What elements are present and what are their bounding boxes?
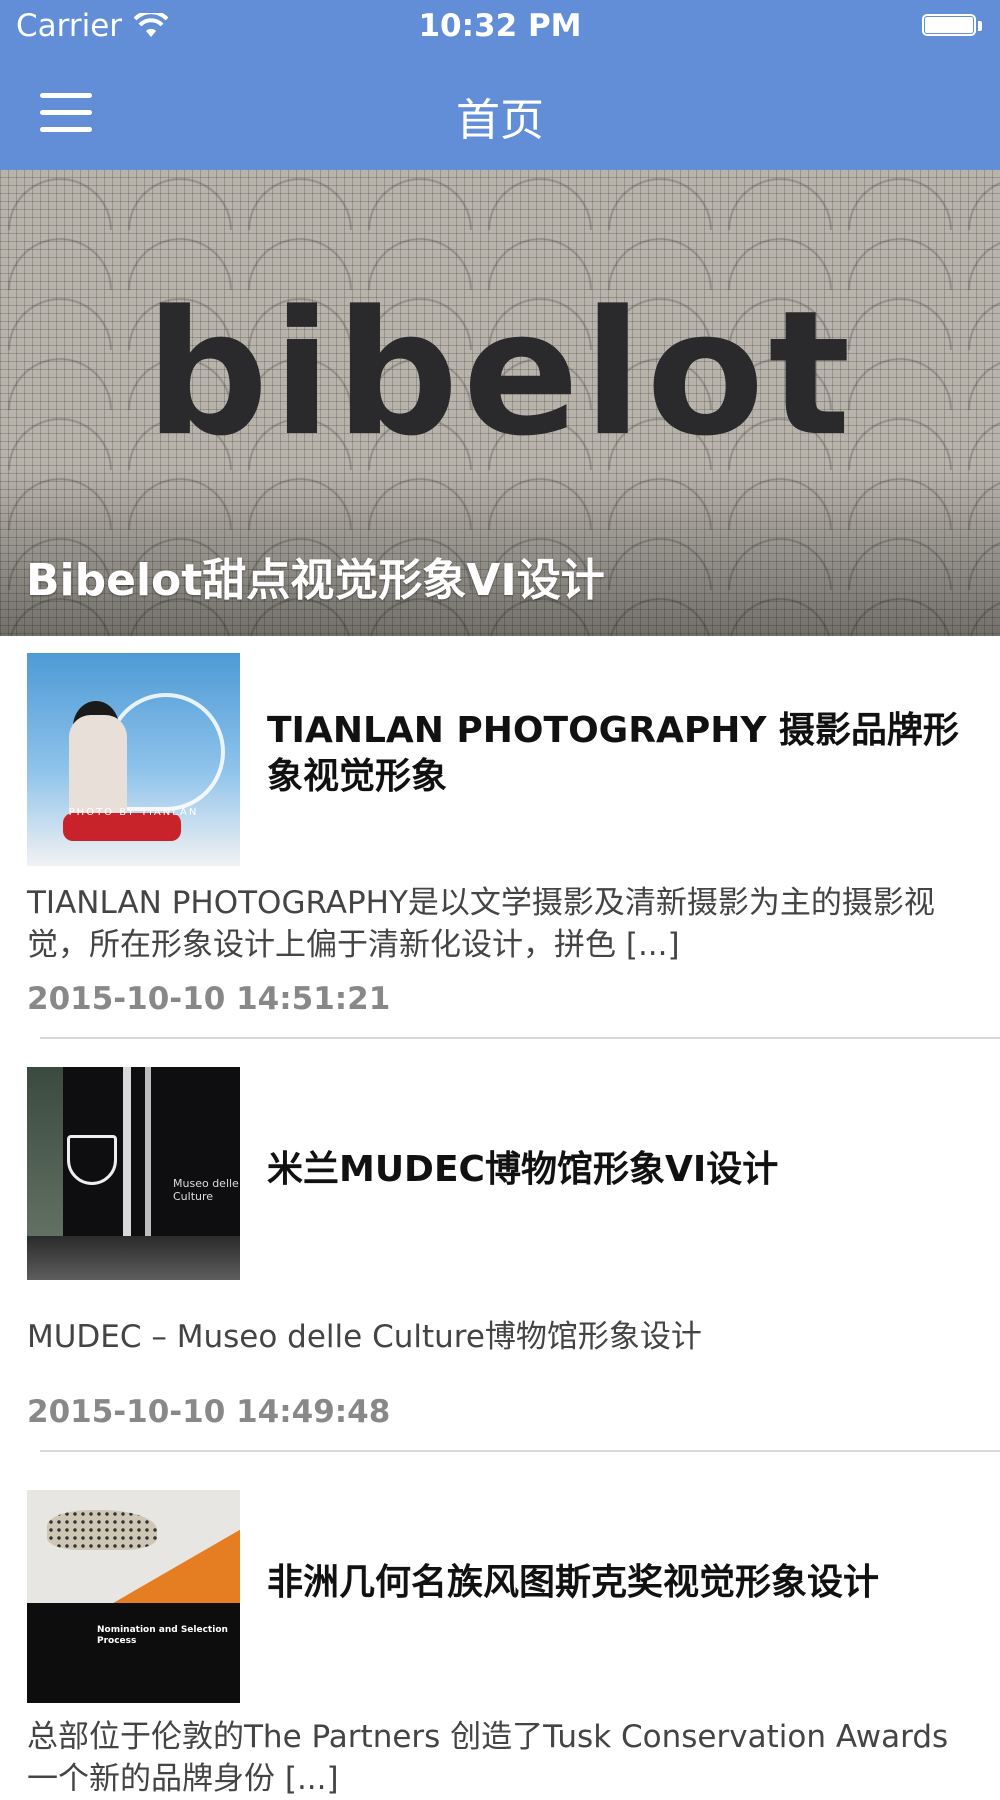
article-title: 米兰MUDEC博物馆形象VI设计 [267, 1149, 779, 1190]
article-date: 2015-10-10 14:49:48 [27, 1394, 391, 1430]
banner-logo: bibelot [145, 273, 855, 474]
list-item[interactable]: PHOTO BY TIANLAN TIANLAN PHOTOGRAPHY 摄影品… [0, 636, 1000, 1036]
navigation-bar: 首页 [0, 56, 1000, 170]
article-title: TIANLAN PHOTOGRAPHY 摄影品牌形象视觉形象 [267, 710, 959, 797]
featured-banner[interactable]: bibelot Bibelot甜点视觉形象VI设计 [0, 170, 1000, 636]
article-date: 2015-10-10 14:51:21 [27, 981, 391, 1017]
thumbnail-text: PHOTO BY TIANLAN [68, 807, 199, 818]
clock: 10:32 PM [418, 8, 582, 44]
article-thumbnail: PHOTO BY TIANLAN [27, 653, 240, 866]
article-summary: MUDEC – Museo delle Culture博物馆形象设计 [27, 1319, 702, 1355]
page-title: 首页 [456, 95, 544, 146]
banner-caption: Bibelot甜点视觉形象VI设计 [26, 555, 605, 606]
article-title: 非洲几何名族风图斯克奖视觉形象设计 [267, 1562, 880, 1603]
battery-icon [922, 14, 982, 38]
article-thumbnail: Nomination and Selection Process [27, 1490, 240, 1703]
list-item[interactable]: Museo delle Culture 米兰MUDEC博物馆形象VI设计 MUD… [0, 1039, 1000, 1449]
article-summary: TIANLAN PHOTOGRAPHY是以文学摄影及清新摄影为主的摄影视觉，所在… [27, 885, 935, 963]
thumbnail-text: Museo delle Culture [173, 1177, 239, 1203]
article-thumbnail: Museo delle Culture [27, 1067, 240, 1280]
article-summary: 总部位于伦敦的The Partners 创造了Tusk Conservation… [27, 1719, 949, 1797]
status-bar: Carrier 10:32 PM [0, 0, 1000, 56]
list-item[interactable]: Nomination and Selection Process 非洲几何名族风… [0, 1452, 1000, 1797]
thumbnail-text: Nomination and Selection Process [97, 1625, 228, 1646]
